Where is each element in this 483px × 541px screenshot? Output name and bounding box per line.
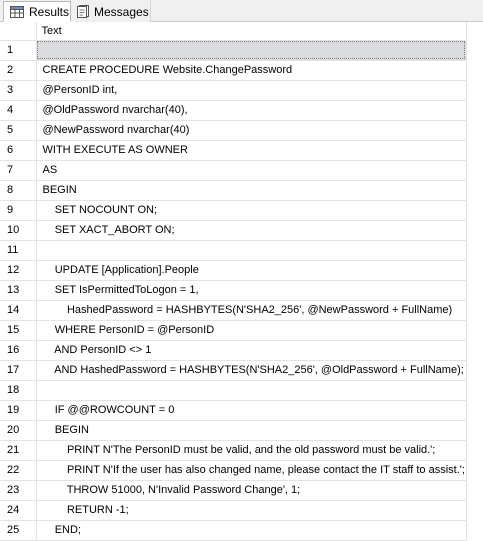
tab-results[interactable]: Results (3, 1, 71, 22)
table-row[interactable]: 3 @PersonID int, (0, 80, 467, 101)
table-row[interactable]: 18 (0, 380, 467, 401)
results-table: Text 1 2 CREATE PROCEDURE Website.ChangePa… (0, 22, 467, 541)
text-cell[interactable]: SET NOCOUNT ON; (36, 200, 467, 221)
text-cell[interactable]: END; (36, 520, 467, 541)
text-cell[interactable]: SET IsPermittedToLogon = 1, (36, 280, 467, 301)
text-cell[interactable]: IF @@ROWCOUNT = 0 (36, 400, 467, 421)
text-cell[interactable] (36, 240, 467, 261)
grid-icon (10, 5, 24, 18)
row-number[interactable]: 19 (0, 400, 37, 421)
table-row[interactable]: 15 WHERE PersonID = @PersonID (0, 320, 467, 341)
table-row[interactable]: 21 PRINT N'The PersonID must be valid, a… (0, 440, 467, 461)
text-cell[interactable]: BEGIN (36, 180, 467, 201)
text-cell[interactable]: @PersonID int, (36, 80, 467, 101)
messages-icon (77, 5, 89, 18)
tab-messages-label: Messages (94, 4, 149, 19)
text-cell[interactable]: @OldPassword nvarchar(40), (36, 100, 467, 121)
table-row[interactable]: 5 @NewPassword nvarchar(40) (0, 120, 467, 141)
text-cell[interactable]: UPDATE [Application].People (36, 260, 467, 281)
tab-messages[interactable]: Messages (71, 1, 151, 22)
table-row[interactable]: 24 RETURN -1; (0, 500, 467, 521)
table-row[interactable]: 4 @OldPassword nvarchar(40), (0, 100, 467, 121)
tab-results-label: Results (29, 4, 70, 19)
row-number[interactable]: 14 (0, 300, 37, 321)
row-number[interactable]: 10 (0, 220, 37, 241)
row-number[interactable]: 23 (0, 480, 37, 501)
table-row[interactable]: 12 UPDATE [Application].People (0, 260, 467, 281)
table-row[interactable]: 20 BEGIN (0, 420, 467, 441)
row-number[interactable]: 8 (0, 180, 37, 201)
text-cell[interactable]: HashedPassword = HASHBYTES(N'SHA2_256', … (36, 300, 467, 321)
row-number[interactable]: 1 (0, 40, 37, 61)
text-cell[interactable]: CREATE PROCEDURE Website.ChangePassword (36, 60, 467, 81)
table-row[interactable]: 13 SET IsPermittedToLogon = 1, (0, 280, 467, 301)
row-number[interactable]: 7 (0, 160, 37, 181)
table-row[interactable]: 9 SET NOCOUNT ON; (0, 200, 467, 221)
text-cell[interactable]: AND HashedPassword = HASHBYTES(N'SHA2_25… (36, 360, 467, 381)
table-row[interactable]: 14 HashedPassword = HASHBYTES(N'SHA2_256… (0, 300, 467, 321)
table-row[interactable]: 11 (0, 240, 467, 261)
row-number[interactable]: 21 (0, 440, 37, 461)
row-number[interactable]: 15 (0, 320, 37, 341)
grid-body: 1 2 CREATE PROCEDURE Website.ChangePasswor… (0, 40, 467, 541)
row-number[interactable]: 6 (0, 140, 37, 161)
row-number[interactable]: 17 (0, 360, 37, 381)
text-cell[interactable]: RETURN -1; (36, 500, 467, 521)
table-row[interactable]: 16 AND PersonID <> 1 (0, 340, 467, 361)
text-cell[interactable]: AND PersonID <> 1 (36, 340, 467, 361)
header-row: Text (0, 22, 467, 41)
row-number[interactable]: 5 (0, 120, 37, 141)
text-cell[interactable] (36, 40, 467, 61)
results-tab-bar: Results Messages (0, 0, 483, 22)
table-row[interactable]: 1 (0, 40, 467, 61)
row-number[interactable]: 9 (0, 200, 37, 221)
text-cell[interactable]: PRINT N'The PersonID must be valid, and … (36, 440, 467, 461)
row-number[interactable]: 11 (0, 240, 37, 261)
column-header-text[interactable]: Text (36, 22, 467, 41)
text-cell[interactable]: AS (36, 160, 467, 181)
table-row[interactable]: 7 AS (0, 160, 467, 181)
text-cell[interactable]: WITH EXECUTE AS OWNER (36, 140, 467, 161)
row-number[interactable]: 22 (0, 460, 37, 481)
row-number[interactable]: 4 (0, 100, 37, 121)
row-number[interactable]: 16 (0, 340, 37, 361)
text-cell[interactable]: @NewPassword nvarchar(40) (36, 120, 467, 141)
table-row[interactable]: 25 END; (0, 520, 467, 541)
results-grid[interactable]: Text 1 2 CREATE PROCEDURE Website.ChangePa… (0, 22, 483, 541)
text-cell[interactable]: THROW 51000, N'Invalid Password Change',… (36, 480, 467, 501)
row-number[interactable]: 2 (0, 60, 37, 81)
table-row[interactable]: 22 PRINT N'If the user has also changed … (0, 460, 467, 481)
text-cell[interactable]: BEGIN (36, 420, 467, 441)
text-cell[interactable]: PRINT N'If the user has also changed nam… (36, 460, 467, 481)
table-row[interactable]: 17 AND HashedPassword = HASHBYTES(N'SHA2… (0, 360, 467, 381)
row-number[interactable]: 13 (0, 280, 37, 301)
row-number-header[interactable] (0, 22, 37, 41)
row-number[interactable]: 3 (0, 80, 37, 101)
table-row[interactable]: 19 IF @@ROWCOUNT = 0 (0, 400, 467, 421)
table-row[interactable]: 10 SET XACT_ABORT ON; (0, 220, 467, 241)
row-number[interactable]: 24 (0, 500, 37, 521)
table-row[interactable]: 2 CREATE PROCEDURE Website.ChangePassword (0, 60, 467, 81)
row-number[interactable]: 20 (0, 420, 37, 441)
table-row[interactable]: 8 BEGIN (0, 180, 467, 201)
table-row[interactable]: 6 WITH EXECUTE AS OWNER (0, 140, 467, 161)
text-cell[interactable] (36, 380, 467, 401)
text-cell[interactable]: WHERE PersonID = @PersonID (36, 320, 467, 341)
table-row[interactable]: 23 THROW 51000, N'Invalid Password Chang… (0, 480, 467, 501)
text-cell[interactable]: SET XACT_ABORT ON; (36, 220, 467, 241)
row-number[interactable]: 25 (0, 520, 37, 541)
row-number[interactable]: 18 (0, 380, 37, 401)
row-number[interactable]: 12 (0, 260, 37, 281)
